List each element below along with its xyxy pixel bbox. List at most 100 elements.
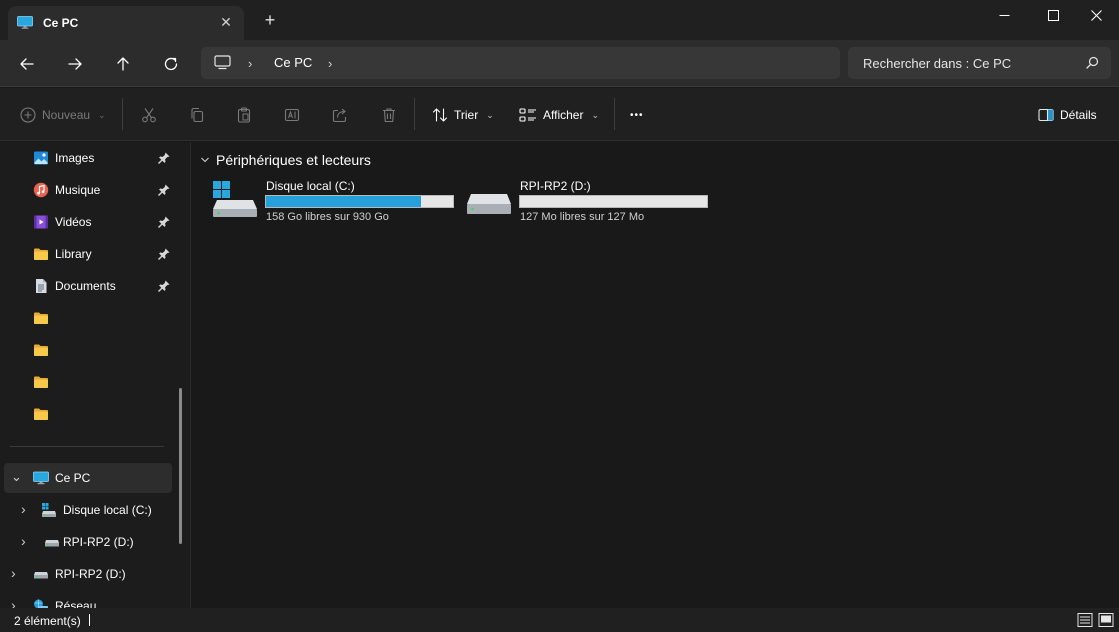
drive-free-space: 158 Go libres sur 930 Go [266, 211, 389, 223]
pin-icon[interactable] [157, 183, 171, 197]
view-label: Afficher [543, 108, 584, 122]
chevron-right-icon[interactable]: › [11, 597, 16, 608]
documents-icon [36, 279, 47, 293]
pin-icon[interactable] [157, 215, 171, 229]
large-icons-view-icon[interactable] [1098, 612, 1114, 628]
pin-icon[interactable] [157, 151, 171, 165]
sidebar-scrollbar[interactable] [179, 388, 182, 544]
sidebar-item-rpi-rp2-child[interactable]: › RPI-RP2 (D:) [0, 527, 172, 557]
chevron-right-icon[interactable]: › [11, 565, 16, 581]
sidebar-divider [10, 446, 164, 447]
details-button[interactable]: Détails [1038, 104, 1097, 126]
sidebar-item-folder[interactable] [0, 303, 172, 333]
breadcrumb-this-pc[interactable]: Ce PC [274, 55, 312, 70]
tab-this-pc[interactable]: Ce PC ✕ [8, 6, 244, 40]
copy-button[interactable] [189, 104, 205, 126]
sidebar-item-label: Disque local (C:) [63, 503, 152, 517]
details-pane-icon [1038, 108, 1054, 122]
search-box[interactable]: Rechercher dans : Ce PC [848, 47, 1111, 79]
section-title: Périphériques et lecteurs [216, 152, 371, 168]
sort-button[interactable]: Trier ⌄ [432, 104, 494, 126]
drive-tile-local-disk[interactable]: Disque local (C:) 158 Go libres sur 930 … [212, 177, 462, 227]
chevron-right-icon[interactable]: › [21, 533, 26, 549]
sidebar-item-rpi-rp2[interactable]: › RPI-RP2 (D:) [0, 559, 172, 589]
pin-icon[interactable] [157, 279, 171, 293]
maximize-button[interactable] [1030, 0, 1076, 30]
refresh-button[interactable] [159, 52, 183, 76]
minimize-button[interactable] [981, 0, 1027, 30]
navigation-bar: › Ce PC › Rechercher dans : Ce PC [0, 40, 1119, 87]
forward-button[interactable] [63, 52, 87, 76]
new-tab-button[interactable]: + [262, 11, 278, 29]
sidebar-item-label: Images [55, 151, 95, 165]
sidebar-item-images[interactable]: Images [0, 143, 172, 173]
folder-icon [34, 344, 48, 356]
sidebar-item-label: Réseau [55, 599, 97, 608]
arrow-left-icon [20, 58, 34, 70]
sidebar-item-library[interactable]: Library [0, 239, 172, 269]
more-options-button[interactable]: ••• [630, 104, 644, 126]
arrow-up-icon [117, 57, 129, 71]
sidebar-item-label: RPI-RP2 (D:) [55, 567, 126, 581]
details-label: Détails [1060, 108, 1097, 122]
close-tab-icon[interactable]: ✕ [218, 14, 234, 30]
windows-drive-icon [213, 181, 257, 217]
sidebar-item-network[interactable]: › Réseau [0, 591, 172, 608]
sidebar-item-videos[interactable]: Vidéos [0, 207, 172, 237]
capacity-bar [519, 195, 708, 208]
chevron-right-icon[interactable]: › [21, 501, 26, 517]
sidebar-item-label: Ce PC [55, 471, 91, 485]
usb-drive-icon [467, 194, 511, 214]
new-button[interactable]: Nouveau ⌄ [20, 104, 106, 126]
monitor-outline-icon [214, 55, 231, 70]
close-icon [1090, 9, 1102, 21]
drive-free-space: 127 Mo libres sur 127 Mo [520, 211, 645, 223]
sidebar-item-folder[interactable] [0, 335, 172, 365]
plus-circle-icon [20, 107, 36, 123]
sidebar-item-folder[interactable] [0, 399, 172, 429]
rename-button[interactable] [284, 104, 300, 126]
share-icon [332, 108, 347, 123]
sidebar-item-folder[interactable] [0, 367, 172, 397]
folder-icon [34, 312, 48, 324]
chevron-down-icon[interactable]: ⌄ [11, 469, 22, 485]
close-window-button[interactable] [1073, 0, 1119, 30]
back-button[interactable] [15, 52, 39, 76]
navigation-pane: Images Musique Vidéos Library Documents … [0, 142, 190, 608]
pin-icon[interactable] [157, 247, 171, 261]
search-input[interactable]: Rechercher dans : Ce PC [863, 56, 1011, 71]
sidebar-item-local-disk[interactable]: › Disque local (C:) [0, 495, 172, 525]
drive-tile-rpi-rp2[interactable]: RPI-RP2 (D:) 127 Mo libres sur 127 Mo [466, 177, 716, 227]
sidebar-item-this-pc[interactable]: ⌄ Ce PC [4, 463, 172, 493]
images-icon [34, 151, 48, 165]
new-label: Nouveau [42, 108, 91, 122]
folder-icon [34, 248, 48, 260]
sort-label: Trier [454, 108, 479, 122]
chevron-down-icon: ⌄ [486, 109, 494, 120]
address-bar[interactable]: › Ce PC › [201, 47, 840, 79]
paste-button[interactable] [236, 104, 252, 126]
share-button[interactable] [332, 104, 348, 126]
cut-button[interactable] [141, 104, 157, 126]
clipboard-icon [237, 107, 251, 123]
chevron-down-icon: ⌄ [98, 109, 106, 120]
trash-icon [383, 108, 395, 123]
drive-name: RPI-RP2 (D:) [520, 179, 591, 193]
folder-icon [34, 376, 48, 388]
search-icon[interactable] [1086, 56, 1099, 69]
delete-button[interactable] [381, 104, 397, 126]
usb-drive-icon [45, 540, 59, 547]
title-bar: Ce PC ✕ + [0, 0, 1119, 40]
view-button[interactable]: Afficher ⌄ [519, 104, 599, 126]
breadcrumb-chevron[interactable]: › [248, 56, 252, 71]
section-devices-and-drives[interactable]: Périphériques et lecteurs [200, 152, 371, 168]
sidebar-item-documents[interactable]: Documents [0, 271, 172, 301]
breadcrumb-chevron[interactable]: › [328, 56, 332, 71]
folder-icon [34, 408, 48, 420]
details-view-icon[interactable] [1077, 612, 1093, 628]
status-separator [89, 614, 90, 626]
up-button[interactable] [111, 52, 135, 76]
separator [414, 98, 415, 130]
sidebar-item-label: RPI-RP2 (D:) [63, 535, 134, 549]
sidebar-item-music[interactable]: Musique [0, 175, 172, 205]
